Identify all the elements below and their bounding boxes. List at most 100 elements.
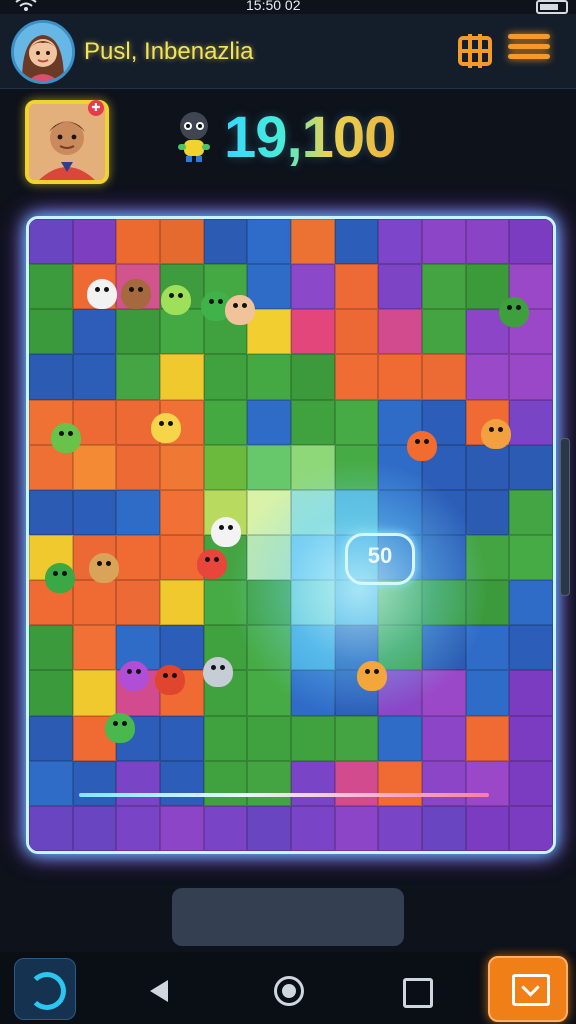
action-bar[interactable] — [172, 888, 404, 946]
puzzle-tile[interactable] — [509, 715, 553, 761]
puzzle-tile[interactable] — [291, 219, 335, 265]
puzzle-tile[interactable] — [334, 219, 379, 265]
puzzle-tile[interactable] — [29, 489, 73, 535]
puzzle-tile[interactable] — [29, 219, 73, 265]
puzzle-tile[interactable] — [291, 399, 335, 445]
puzzle-menu-button[interactable] — [454, 30, 496, 72]
puzzle-tile[interactable] — [247, 354, 291, 400]
puzzle-tile[interactable] — [72, 625, 117, 671]
back-triangle-icon[interactable] — [150, 980, 168, 1002]
puzzle-tile[interactable] — [378, 309, 422, 355]
puzzle-tile[interactable] — [203, 715, 248, 761]
puzzle-tile[interactable] — [509, 489, 553, 535]
puzzle-tile[interactable] — [116, 309, 160, 355]
puzzle-tile[interactable] — [509, 805, 553, 851]
puzzle-tile[interactable] — [116, 489, 160, 535]
puzzle-tile[interactable] — [203, 444, 248, 490]
puzzle-tile[interactable] — [509, 580, 553, 626]
puzzle-tile[interactable] — [422, 219, 466, 265]
puzzle-tile[interactable] — [291, 760, 335, 806]
puzzle-tile[interactable] — [465, 760, 510, 806]
puzzle-tile[interactable] — [29, 625, 73, 671]
puzzle-tile[interactable] — [203, 354, 248, 400]
gift-box-button[interactable] — [488, 956, 568, 1022]
puzzle-tile[interactable] — [160, 805, 204, 851]
puzzle-tile[interactable] — [378, 219, 422, 265]
puzzle-tile[interactable] — [378, 805, 422, 851]
puzzle-tile[interactable] — [334, 309, 379, 355]
puzzle-tile[interactable] — [29, 805, 73, 851]
puzzle-tile[interactable] — [247, 715, 291, 761]
puzzle-tile[interactable] — [378, 715, 422, 761]
puzzle-tile[interactable] — [160, 489, 204, 535]
player-avatar[interactable] — [11, 20, 75, 84]
puzzle-tile[interactable] — [509, 354, 553, 400]
puzzle-tile[interactable] — [465, 715, 510, 761]
puzzle-tile[interactable] — [160, 580, 204, 626]
puzzle-tile[interactable] — [72, 580, 117, 626]
hamburger-menu-button[interactable] — [508, 30, 550, 72]
puzzle-tile[interactable] — [72, 670, 117, 716]
puzzle-tile[interactable] — [509, 534, 553, 581]
puzzle-tile[interactable] — [29, 309, 73, 355]
puzzle-tile[interactable] — [509, 670, 553, 716]
puzzle-tile[interactable] — [465, 670, 510, 716]
puzzle-tile[interactable] — [29, 670, 73, 716]
puzzle-tile[interactable] — [160, 760, 204, 806]
puzzle-tile[interactable] — [422, 354, 466, 400]
puzzle-tile[interactable] — [422, 805, 466, 851]
puzzle-tile[interactable] — [378, 354, 422, 400]
puzzle-tile[interactable] — [509, 444, 553, 490]
puzzle-tile[interactable] — [291, 805, 335, 851]
puzzle-tile[interactable] — [291, 354, 335, 400]
puzzle-tile[interactable] — [422, 264, 466, 310]
puzzle-tile[interactable] — [160, 444, 204, 490]
puzzle-tile[interactable] — [247, 760, 291, 806]
puzzle-tile[interactable] — [465, 219, 510, 265]
puzzle-tile[interactable] — [247, 805, 291, 851]
puzzle-tile[interactable] — [203, 805, 248, 851]
puzzle-tile[interactable] — [116, 760, 160, 806]
puzzle-tile[interactable] — [509, 219, 553, 265]
puzzle-tile[interactable] — [334, 354, 379, 400]
puzzle-tile[interactable] — [465, 354, 510, 400]
puzzle-tile[interactable] — [116, 444, 160, 490]
puzzle-tile[interactable] — [422, 715, 466, 761]
puzzle-tile[interactable] — [247, 219, 291, 265]
puzzle-tile[interactable] — [334, 264, 379, 310]
puzzle-tile[interactable] — [291, 715, 335, 761]
puzzle-tile[interactable] — [465, 444, 510, 490]
puzzle-tile[interactable] — [72, 309, 117, 355]
puzzle-tile[interactable] — [422, 309, 466, 355]
puzzle-tile[interactable] — [247, 399, 291, 445]
puzzle-tile[interactable] — [334, 760, 379, 806]
puzzle-tile[interactable] — [29, 354, 73, 400]
puzzle-tile[interactable] — [160, 219, 204, 265]
recent-apps-icon[interactable] — [403, 978, 433, 1008]
puzzle-tile[interactable] — [247, 264, 291, 310]
puzzle-board[interactable]: 50 — [26, 216, 556, 854]
puzzle-tile[interactable] — [203, 760, 248, 806]
puzzle-tile[interactable] — [72, 444, 117, 490]
home-circle-icon[interactable] — [274, 976, 304, 1006]
puzzle-tile[interactable] — [291, 264, 335, 310]
puzzle-tile[interactable] — [29, 264, 73, 310]
puzzle-tile[interactable] — [378, 264, 422, 310]
puzzle-tile[interactable] — [422, 760, 466, 806]
vertical-scrollbar[interactable] — [560, 438, 570, 596]
refresh-button[interactable] — [14, 958, 76, 1020]
puzzle-tile[interactable] — [72, 219, 117, 265]
puzzle-tile[interactable] — [72, 805, 117, 851]
puzzle-tile[interactable] — [509, 399, 553, 445]
puzzle-tile[interactable] — [29, 760, 73, 806]
puzzle-tile[interactable] — [72, 489, 117, 535]
puzzle-tile[interactable] — [72, 760, 117, 806]
puzzle-tile[interactable] — [160, 309, 204, 355]
puzzle-tile[interactable] — [29, 715, 73, 761]
puzzle-tile[interactable] — [291, 309, 335, 355]
puzzle-tile[interactable] — [509, 625, 553, 671]
puzzle-tile[interactable] — [116, 219, 160, 265]
puzzle-tile[interactable] — [116, 805, 160, 851]
puzzle-tile[interactable] — [509, 760, 553, 806]
puzzle-tile[interactable] — [203, 219, 248, 265]
